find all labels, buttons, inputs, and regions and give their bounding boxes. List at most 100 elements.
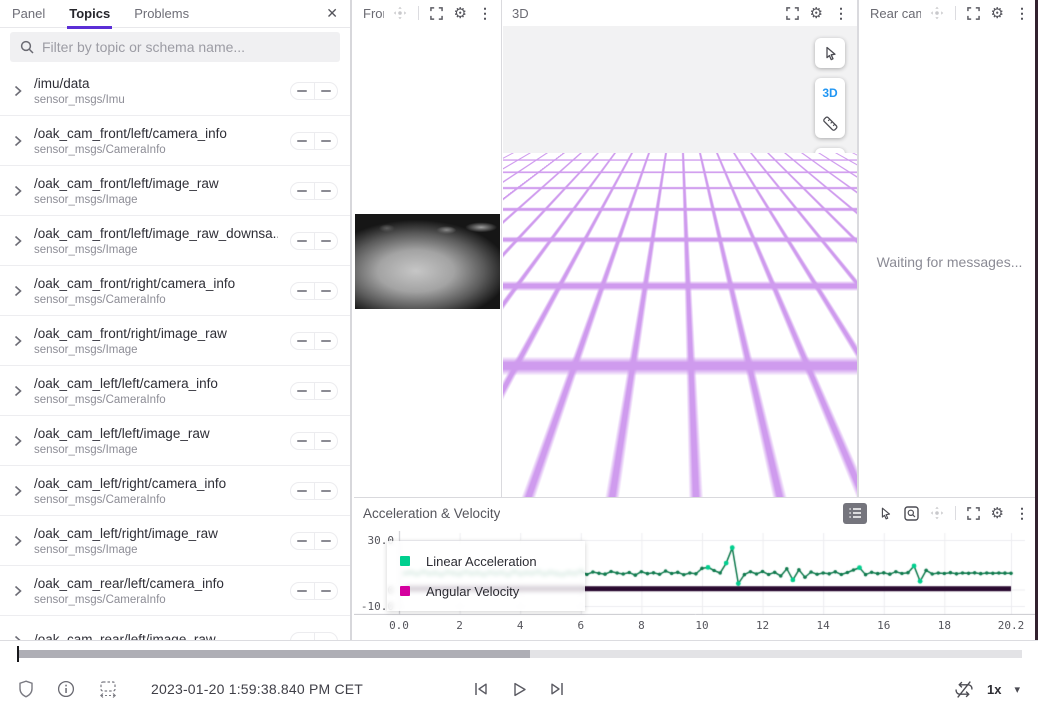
topic-toggle-button[interactable] [291,333,314,349]
x-tick-label: 8 [621,619,661,632]
topic-toggle-button[interactable] [314,283,338,299]
topic-row[interactable]: /oak_cam_front/right/camera_infosensor_m… [0,266,350,316]
topic-schema: sensor_msgs/Image [34,244,278,256]
caret-down-icon[interactable]: ▾ [1014,683,1020,696]
seek-backward-button[interactable] [472,681,490,697]
settings-gear-icon[interactable]: ⚙ [454,6,467,21]
topic-toggle-button[interactable] [291,83,314,99]
topic-toggle-button[interactable] [291,233,314,249]
more-menu-icon[interactable]: ⋮ [834,6,848,20]
chevron-right-icon[interactable] [14,285,22,297]
fullscreen-icon[interactable] [967,7,980,20]
info-icon[interactable] [57,680,75,698]
chevron-right-icon[interactable] [14,185,22,197]
topic-toggle-button[interactable] [314,383,338,399]
legend-swatch-angular-velocity [400,586,410,596]
topic-name: /oak_cam_front/left/image_raw [34,176,278,191]
topic-row[interactable]: /oak_cam_left/left/camera_infosensor_msg… [0,366,350,416]
legend-toggle-button[interactable] [843,503,867,524]
topic-toggle-button[interactable] [314,83,338,99]
topic-name: /oak_cam_rear/left/image_raw [34,632,278,641]
topic-row[interactable]: /imu/datasensor_msgs/Imu [0,66,350,116]
playback-speed-button[interactable]: 1x [987,682,1001,697]
plot-legend[interactable]: Linear Acceleration Angular Velocity [387,541,585,611]
tab-topics[interactable]: Topics [69,6,110,21]
topic-row[interactable]: /oak_cam_rear/left/camera_infosensor_msg… [0,566,350,616]
topic-toggle-button[interactable] [291,533,314,549]
legend-item[interactable]: Linear Acceleration [400,550,585,572]
topic-toggle-button[interactable] [314,433,338,449]
topic-toggle-button[interactable] [314,633,338,641]
topic-toggle-button[interactable] [314,233,338,249]
camera-orbit-button[interactable] [815,148,845,178]
playback-range-icon[interactable] [98,681,118,698]
chevron-right-icon[interactable] [14,235,22,247]
panel-title: Rear cam... [870,6,921,21]
fullscreen-icon[interactable] [967,507,980,520]
topic-toggle-button[interactable] [291,133,314,149]
chevron-right-icon[interactable] [14,435,22,447]
topic-toggle-button[interactable] [314,483,338,499]
fullscreen-icon[interactable] [430,7,443,20]
chevron-right-icon[interactable] [14,335,22,347]
topic-row[interactable]: /oak_cam_rear/left/image_raw [0,616,350,640]
topic-name: /oak_cam_front/left/image_raw_downsa... [34,226,278,241]
topic-toggle-button[interactable] [314,183,338,199]
chevron-right-icon[interactable] [14,485,22,497]
tab-problems[interactable]: Problems [134,6,189,21]
fullscreen-icon[interactable] [786,7,799,20]
chevron-right-icon[interactable] [14,85,22,97]
chevron-right-icon[interactable] [14,385,22,397]
three-d-viewport[interactable]: HILTI 3D [503,26,857,497]
topic-toggle-button[interactable] [291,383,314,399]
playhead-marker[interactable] [17,646,19,662]
settings-gear-icon[interactable]: ⚙ [991,6,1004,21]
plot-header[interactable]: Acceleration & Velocity ⚙ ⋮ [354,498,1038,528]
topic-toggle-button[interactable] [314,133,338,149]
topic-toggle-button[interactable] [314,333,338,349]
chevron-right-icon[interactable] [14,135,22,147]
shield-icon[interactable] [18,680,34,698]
legend-item[interactable]: Angular Velocity [400,580,585,602]
x-tick-label: 12 [743,619,783,632]
topic-filter-input[interactable] [42,39,330,55]
select-tool-button[interactable] [815,38,845,68]
more-menu-icon[interactable]: ⋮ [1015,506,1029,520]
topic-row[interactable]: /oak_cam_left/left/image_rawsensor_msgs/… [0,416,350,466]
topic-toggle-button[interactable] [291,633,314,641]
topic-row[interactable]: /oak_cam_front/left/image_rawsensor_msgs… [0,166,350,216]
playback-timestamp[interactable]: 2023-01-20 1:59:38.840 PM CET [151,681,363,697]
close-icon[interactable]: ✕ [326,5,338,22]
topic-toggle-button[interactable] [314,533,338,549]
chevron-right-icon[interactable] [14,585,22,597]
chevron-right-icon[interactable] [14,535,22,547]
topic-toggle-button[interactable] [291,433,314,449]
topic-row[interactable]: /oak_cam_left/right/image_rawsensor_msgs… [0,516,350,566]
more-menu-icon[interactable]: ⋮ [478,6,492,20]
topic-row[interactable]: /oak_cam_front/left/image_raw_downsa...s… [0,216,350,266]
loop-off-icon[interactable] [954,680,974,699]
reset-zoom-icon[interactable] [904,506,919,521]
topic-toggle-button[interactable] [314,583,338,599]
search-icon [20,40,34,54]
settings-gear-icon[interactable]: ⚙ [991,506,1004,521]
measure-tool-button[interactable] [815,108,845,138]
topic-toggle-button[interactable] [291,483,314,499]
timeline-scrubber[interactable] [18,650,1022,658]
mode-3d-button[interactable]: 3D [815,78,845,108]
three-d-header[interactable]: 3D ⚙ ⋮ [503,0,857,26]
pointer-tool-icon[interactable] [878,506,893,521]
seek-forward-button[interactable] [549,681,567,697]
topic-row[interactable]: /oak_cam_front/left/camera_infosensor_ms… [0,116,350,166]
topic-row[interactable]: /oak_cam_left/right/camera_infosensor_ms… [0,466,350,516]
rear-camera-header[interactable]: Rear cam... ⚙ ⋮ [861,0,1038,26]
topic-row[interactable]: /oak_cam_front/right/image_rawsensor_msg… [0,316,350,366]
front-camera-header[interactable]: Fron... ⚙ ⋮ [354,0,501,26]
topic-toggle-button[interactable] [291,283,314,299]
tab-panel[interactable]: Panel [12,6,45,21]
topic-toggle-button[interactable] [291,583,314,599]
play-button[interactable] [511,681,528,698]
more-menu-icon[interactable]: ⋮ [1015,6,1029,20]
topic-toggle-button[interactable] [291,183,314,199]
settings-gear-icon[interactable]: ⚙ [810,6,823,21]
